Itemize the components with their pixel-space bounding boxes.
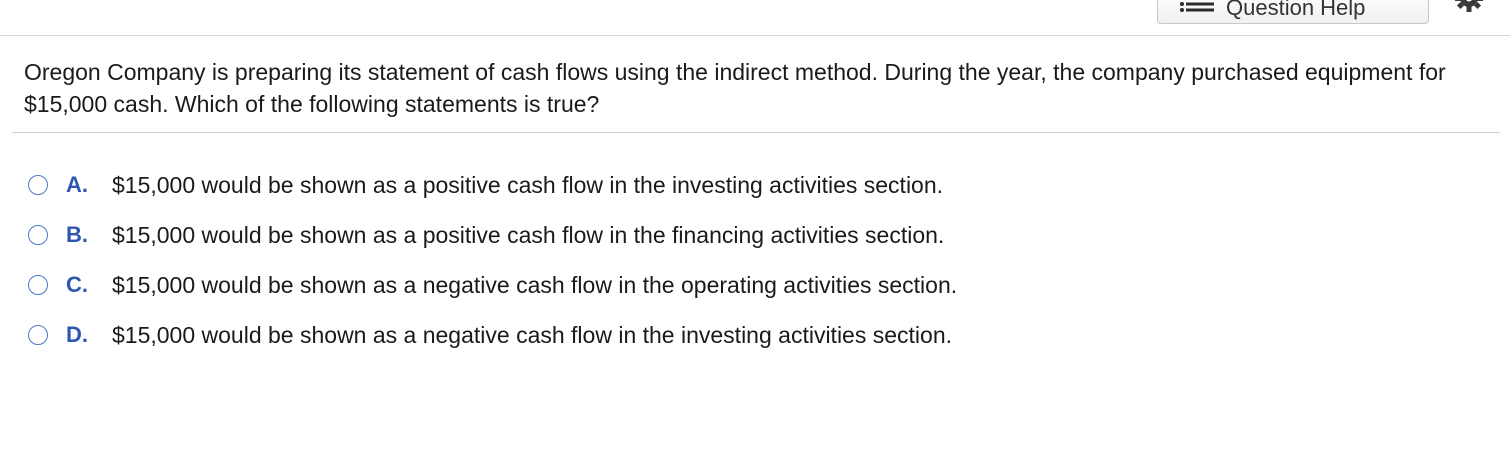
- option-text-c: $15,000 would be shown as a negative cas…: [112, 271, 958, 298]
- question-help-label: Question Help: [1226, 0, 1366, 20]
- option-c[interactable]: C. $15,000 would be shown as a negative …: [28, 260, 1488, 310]
- radio-button-c[interactable]: [28, 275, 48, 295]
- option-d[interactable]: D. $15,000 would be shown as a negative …: [28, 310, 1488, 360]
- option-text-b: $15,000 would be shown as a positive cas…: [112, 221, 945, 248]
- gear-icon[interactable]: [1452, 0, 1486, 14]
- option-a[interactable]: A. $15,000 would be shown as a positive …: [28, 160, 1488, 210]
- radio-button-a[interactable]: [28, 175, 48, 195]
- option-text-d: $15,000 would be shown as a negative cas…: [112, 321, 953, 348]
- top-toolbar: Question Help: [0, 0, 1510, 36]
- option-letter-a: A.: [66, 172, 88, 197]
- option-letter-b: B.: [66, 222, 88, 247]
- radio-button-d[interactable]: [28, 325, 48, 345]
- option-letter-d: D.: [66, 322, 88, 347]
- toolbar-divider: [0, 35, 1510, 36]
- question-help-button[interactable]: Question Help: [1157, 0, 1429, 24]
- question-page: Question Help Oregon Company is preparin…: [0, 0, 1510, 454]
- option-b[interactable]: B. $15,000 would be shown as a positive …: [28, 210, 1488, 260]
- answer-options: A. $15,000 would be shown as a positive …: [28, 160, 1488, 360]
- question-divider: [12, 132, 1500, 133]
- list-icon: [1180, 2, 1214, 16]
- option-letter-c: C.: [66, 272, 88, 297]
- option-text-a: $15,000 would be shown as a positive cas…: [112, 171, 944, 198]
- radio-button-b[interactable]: [28, 225, 48, 245]
- question-text: Oregon Company is preparing its statemen…: [24, 59, 1446, 117]
